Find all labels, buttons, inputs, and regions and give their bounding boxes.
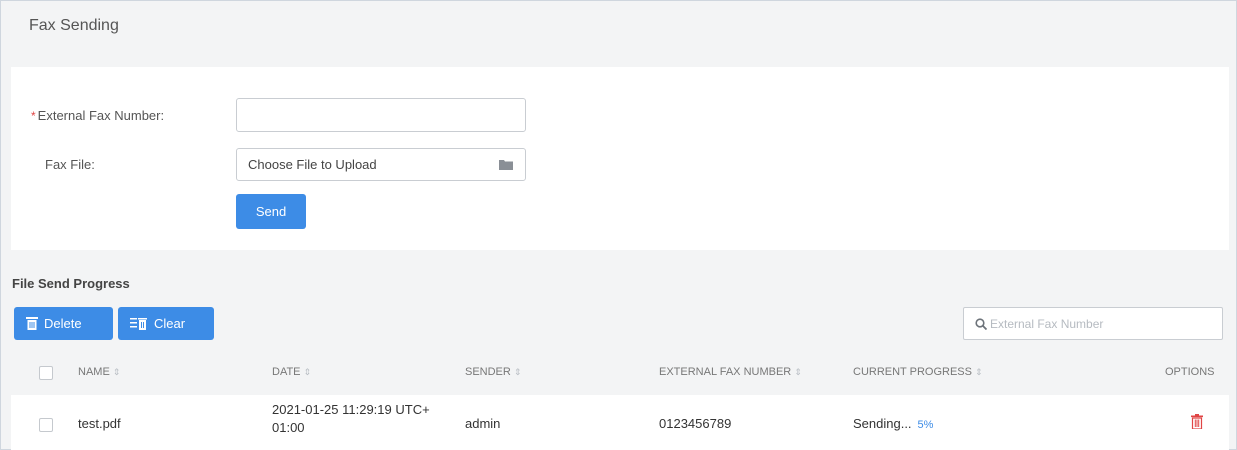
sort-icon: ⇕ (513, 367, 522, 377)
select-all-checkbox[interactable] (39, 366, 53, 380)
fax-file-placeholder: Choose File to Upload (248, 157, 377, 172)
send-button[interactable]: Send (236, 194, 306, 229)
column-header-date[interactable]: DATE ⇕ (272, 366, 311, 378)
clear-label: Clear (154, 316, 186, 331)
row-percent: 5% (917, 419, 934, 431)
delete-button[interactable]: Delete (14, 307, 113, 340)
search-input[interactable] (990, 308, 1215, 339)
search-icon (975, 318, 987, 330)
table-header: NAME ⇕ DATE ⇕ SENDER ⇕ EXTERNAL FAX NUMBER ⇕… (11, 348, 1229, 394)
row-date: 2021-01-25 11:29:19 UTC+ 01:00 (272, 401, 430, 437)
delete-row-icon[interactable] (1191, 414, 1203, 429)
column-header-options: OPTIONS (1165, 366, 1215, 378)
folder-icon[interactable] (499, 159, 513, 170)
row-checkbox[interactable] (39, 418, 53, 432)
clear-list-icon (130, 318, 147, 330)
delete-label: Delete (44, 316, 82, 331)
fax-number-label-text: External Fax Number: (37, 108, 165, 123)
page-title: Fax Sending (29, 17, 119, 34)
row-fax-number: 0123456789 (659, 416, 732, 431)
row-date-line2: 01:00 (272, 420, 305, 435)
table-row: test.pdf 2021-01-25 11:29:19 UTC+ 01:00 … (11, 395, 1229, 450)
search-box[interactable] (963, 307, 1223, 340)
row-date-line1: 2021-01-25 11:29:19 UTC+ (272, 402, 430, 417)
column-header-progress[interactable]: CURRENT PROGRESS ⇕ (853, 366, 983, 378)
fax-number-input[interactable] (236, 98, 526, 132)
row-progress: Sending... 5% (853, 416, 933, 431)
fax-file-upload[interactable]: Choose File to Upload (236, 148, 526, 181)
fax-sending-panel: Fax Sending * External Fax Number: Fax Fi… (0, 0, 1237, 450)
column-header-name[interactable]: NAME ⇕ (78, 366, 120, 378)
sort-icon: ⇕ (303, 367, 312, 377)
sort-icon: ⇕ (112, 367, 121, 377)
section-title: File Send Progress (12, 276, 130, 291)
column-header-sender[interactable]: SENDER ⇕ (465, 366, 521, 378)
fax-number-label: * External Fax Number: (31, 108, 164, 123)
trash-icon (26, 317, 38, 330)
fax-file-label: Fax File: (45, 157, 95, 172)
sort-icon: ⇕ (794, 367, 802, 377)
fax-progress-table: NAME ⇕ DATE ⇕ SENDER ⇕ EXTERNAL FAX NUMBER ⇕… (11, 348, 1229, 450)
column-header-fax-number[interactable]: EXTERNAL FAX NUMBER ⇕ (659, 366, 802, 378)
required-mark: * (31, 109, 36, 123)
clear-button[interactable]: Clear (118, 307, 214, 340)
row-name: test.pdf (78, 416, 121, 431)
fax-form: * External Fax Number: Fax File: Choose F… (11, 67, 1229, 250)
row-sender: admin (465, 416, 501, 431)
row-status: Sending... (853, 416, 912, 431)
sort-icon: ⇕ (974, 367, 983, 377)
